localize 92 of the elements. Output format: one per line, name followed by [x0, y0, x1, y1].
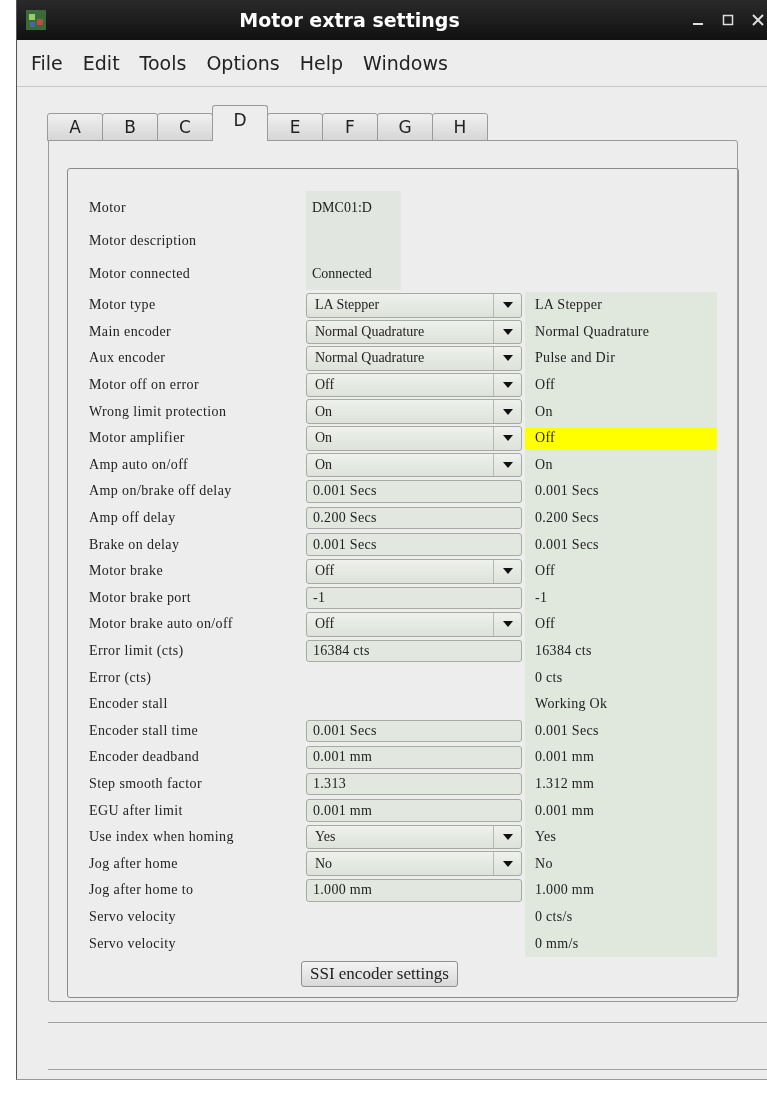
- field-label: Brake on delay: [89, 536, 181, 553]
- dropdown[interactable]: No: [306, 851, 522, 877]
- input-field[interactable]: 0.001 Secs: [306, 480, 522, 503]
- field-label: Motor connected: [89, 265, 192, 282]
- readback-value: 0.001 mm: [534, 748, 596, 767]
- field-label: Amp on/brake off delay: [89, 483, 233, 500]
- readback-value: 0 mm/s: [534, 934, 580, 953]
- field-label: Encoder stall: [89, 696, 169, 713]
- field-label: Amp off delay: [89, 510, 177, 527]
- dropdown[interactable]: LA Stepper: [306, 293, 522, 318]
- menu-item[interactable]: Windows: [353, 52, 458, 74]
- readback-value: 1.000 mm: [534, 881, 596, 900]
- tab[interactable]: B: [102, 113, 158, 141]
- input-field[interactable]: 0.200 Secs: [306, 506, 522, 530]
- readback-value: LA Stepper: [534, 296, 604, 315]
- field-label: Motor brake: [89, 563, 164, 580]
- readback-value: On: [534, 455, 554, 474]
- field-label: Motor description: [89, 232, 198, 249]
- dropdown[interactable]: On: [306, 425, 522, 451]
- readback-value: Off: [534, 376, 557, 395]
- field-label: Error (cts): [89, 669, 153, 686]
- field-label: Jog after home: [89, 855, 179, 872]
- field-label: Main encoder: [89, 323, 173, 340]
- value-display: Connected: [306, 257, 401, 290]
- field-label: Step smooth factor: [89, 776, 203, 792]
- menu-item[interactable]: Options: [196, 52, 290, 74]
- input-field[interactable]: 1.000 mm: [306, 879, 522, 902]
- readback-value: 0.200 Secs: [534, 509, 600, 528]
- readback-value: Yes: [534, 828, 558, 847]
- field-label: EGU after limit: [89, 802, 184, 819]
- ssi-encoder-settings-button[interactable]: SSI encoder settings: [301, 960, 458, 987]
- readback-value: Off: [534, 615, 557, 634]
- tab[interactable]: D: [212, 105, 268, 141]
- dropdown[interactable]: Off: [306, 558, 522, 584]
- field-label: Servo velocity: [89, 935, 177, 952]
- tab[interactable]: C: [157, 113, 213, 141]
- dropdown[interactable]: Normal Quadrature: [306, 346, 522, 371]
- field-label: Motor: [89, 199, 127, 216]
- tab[interactable]: H: [432, 113, 488, 141]
- readback-value: 0 cts/s: [534, 907, 574, 926]
- readback-value: On: [534, 402, 554, 421]
- readback-value: 0.001 Secs: [534, 482, 600, 501]
- dropdown[interactable]: Normal Quadrature: [306, 319, 522, 345]
- input-field[interactable]: 0.001 mm: [306, 799, 522, 822]
- field-label: Encoder stall time: [89, 722, 200, 739]
- dropdown[interactable]: Yes: [306, 824, 522, 850]
- field-label: Motor brake auto on/off: [89, 616, 234, 633]
- tab[interactable]: G: [377, 113, 433, 141]
- field-label: Jog after home to: [89, 882, 195, 899]
- readback-value: Working Ok: [534, 695, 609, 714]
- readback-value: 16384 cts: [534, 642, 593, 660]
- field-label: Encoder deadband: [89, 749, 201, 766]
- readback-value: Off: [534, 562, 557, 581]
- input-field[interactable]: -1: [306, 586, 522, 610]
- window-title: Motor extra settings: [238, 9, 461, 31]
- field-label: Use index when homing: [89, 829, 235, 846]
- menu-item[interactable]: Help: [289, 52, 354, 74]
- tab[interactable]: F: [322, 113, 378, 141]
- menu-item[interactable]: Edit: [72, 52, 130, 74]
- input-field[interactable]: 0.001 Secs: [306, 719, 522, 743]
- dropdown[interactable]: On: [306, 452, 522, 478]
- field-label: Motor brake port: [89, 589, 193, 606]
- field-label: Error limit (cts): [89, 643, 185, 659]
- dropdown[interactable]: Off: [306, 372, 522, 398]
- field-label: Motor amplifier: [89, 430, 186, 447]
- readback-value: Off: [525, 427, 717, 449]
- input-field[interactable]: 0.001 Secs: [306, 533, 522, 556]
- tab[interactable]: E: [267, 113, 323, 141]
- field-label: Wrong limit protection: [89, 403, 228, 420]
- readback-value: 0.001 Secs: [534, 535, 600, 554]
- field-label: Motor off on error: [89, 377, 200, 394]
- menu-item[interactable]: Tools: [129, 52, 197, 74]
- readback-value: 0.001 Secs: [534, 721, 600, 740]
- field-label: Servo velocity: [89, 908, 177, 925]
- menu-item[interactable]: File: [21, 52, 73, 74]
- readback-value: -1: [534, 588, 549, 607]
- readback-value: 0.001 mm: [534, 801, 596, 820]
- dropdown[interactable]: Off: [306, 612, 522, 637]
- readback-value: 1.312 mm: [534, 775, 596, 793]
- tab[interactable]: A: [47, 113, 103, 141]
- input-field[interactable]: 16384 cts: [306, 639, 522, 663]
- input-field[interactable]: 0.001 mm: [306, 746, 522, 769]
- field-label: Aux encoder: [89, 350, 167, 367]
- readback-value: Pulse and Dir: [534, 349, 617, 368]
- field-label: Amp auto on/off: [89, 456, 190, 473]
- dropdown[interactable]: On: [306, 399, 522, 424]
- readback-value: No: [534, 854, 554, 873]
- value-display: DMC01:D: [306, 191, 401, 224]
- readback-value: Normal Quadrature: [534, 322, 651, 341]
- input-field[interactable]: 1.313: [306, 772, 522, 796]
- readback-value: 0 cts: [534, 668, 564, 687]
- field-label: Motor type: [89, 297, 157, 314]
